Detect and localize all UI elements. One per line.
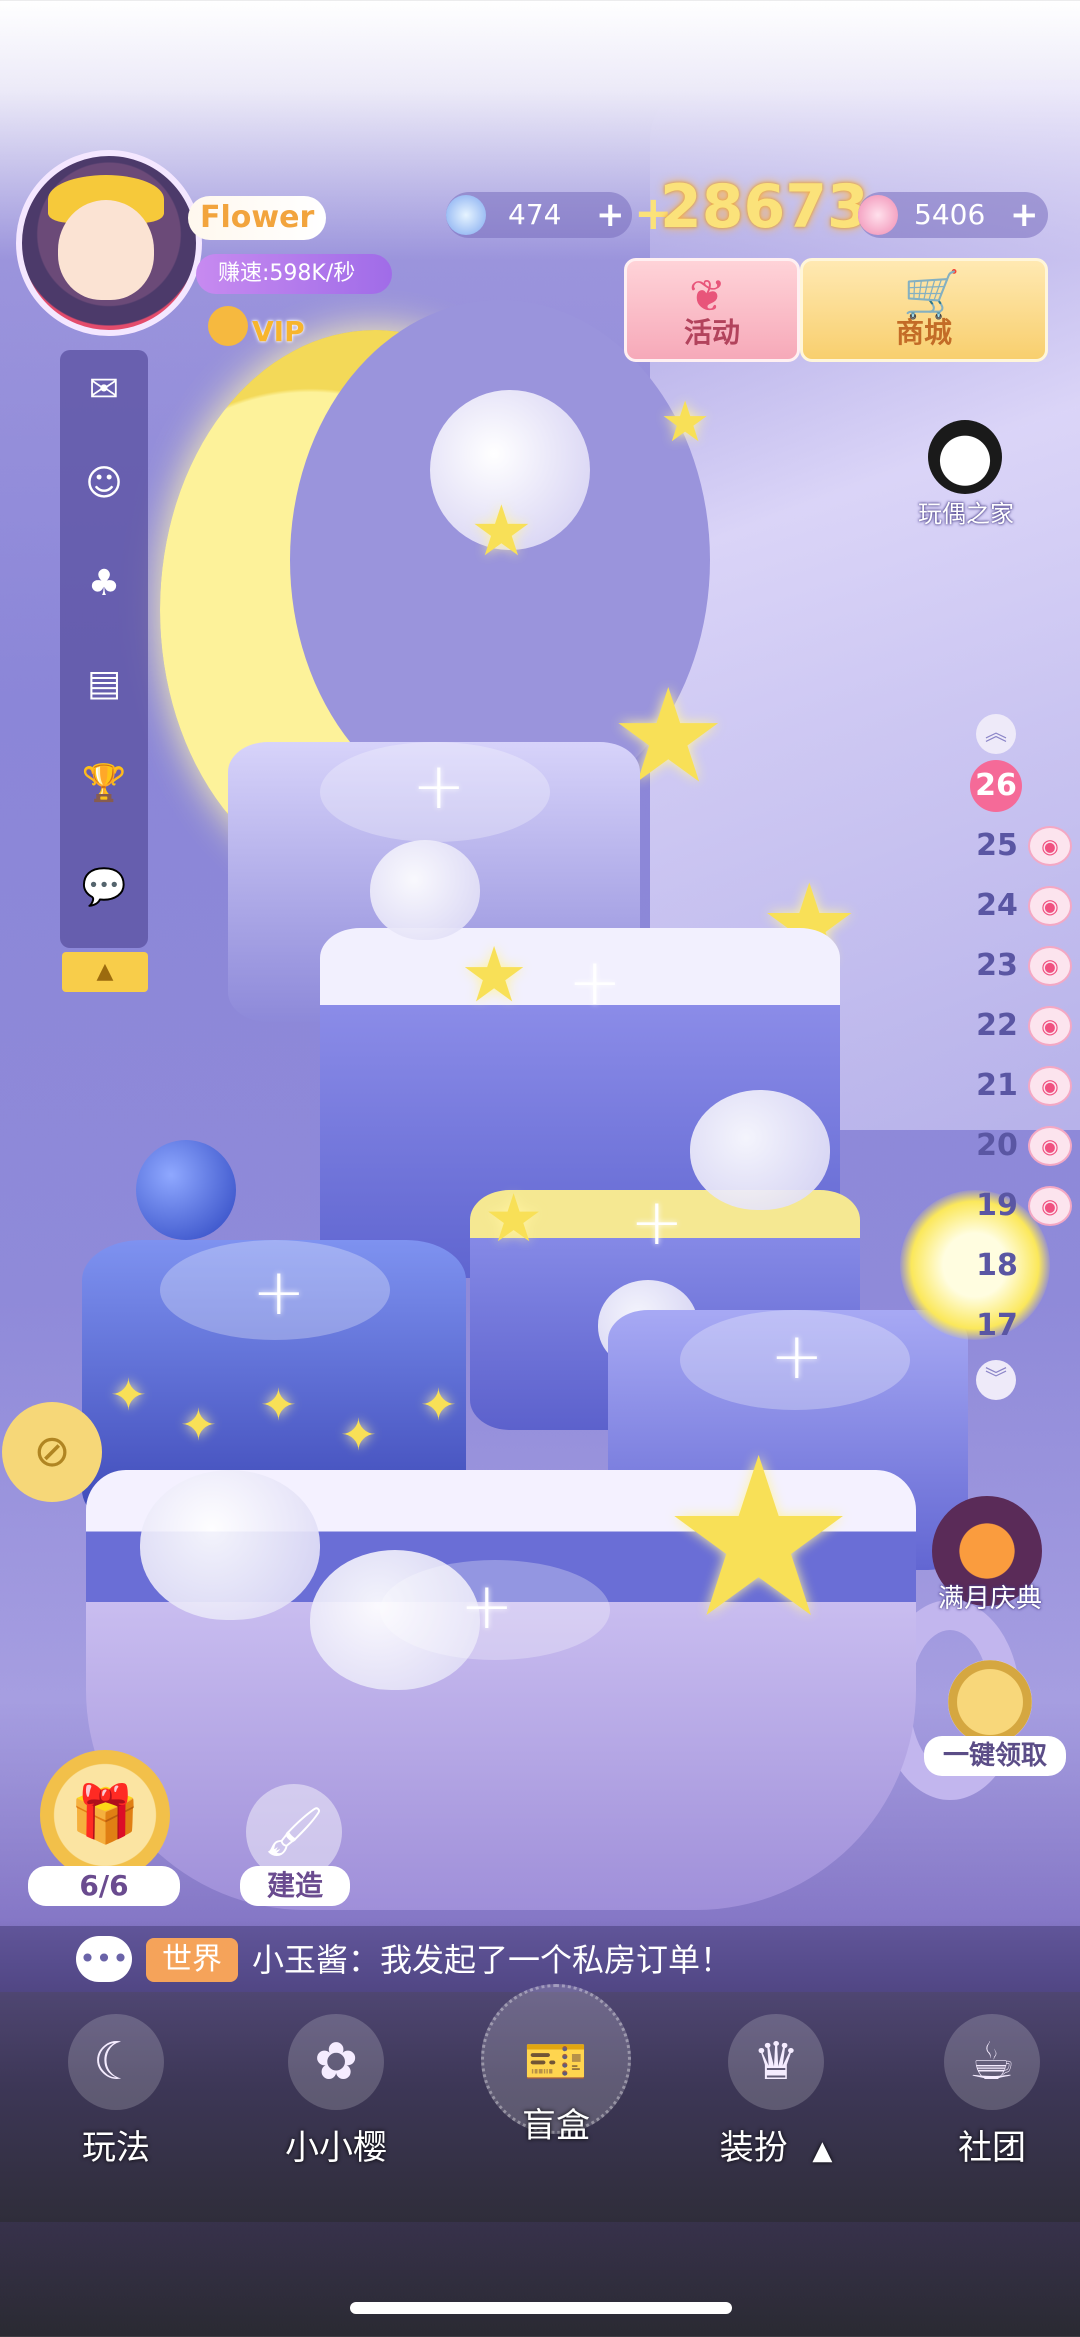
cat-mochi	[140, 1470, 320, 1620]
nav-dress-up[interactable]: ♛ 装扮 ▲	[686, 2014, 866, 2169]
star-count: 5406	[914, 198, 986, 231]
gold-count: 28673	[660, 172, 869, 242]
star-currency-icon	[858, 195, 898, 235]
cat-mochi	[370, 840, 480, 940]
trophy-icon[interactable]: 🏆	[78, 762, 130, 806]
nav-label: 社团	[958, 2128, 1026, 2168]
floor-pig-icon: ◉	[1028, 1066, 1072, 1106]
floor-pig-icon: ◉	[1028, 826, 1072, 866]
teacup-heart-icon: ☕	[944, 2014, 1040, 2110]
floor-pig-icon: ◉	[1028, 1126, 1072, 1166]
floor-number[interactable]: 21	[974, 1068, 1020, 1103]
chevron-up-icon[interactable]: ︽	[976, 714, 1016, 754]
floor-pig-icon: ◉	[1028, 1006, 1072, 1046]
floor-number[interactable]: 23	[974, 948, 1020, 983]
chat-message[interactable]: 小玉酱：我发起了一个私房订单！	[252, 1936, 732, 1984]
coin-icon[interactable]	[948, 1660, 1032, 1744]
floor-pig-icon: ◉	[1028, 946, 1072, 986]
gift-icon[interactable]: 🎁	[40, 1750, 170, 1880]
shop-label: 商城	[895, 316, 952, 349]
mail-icon[interactable]: ✉	[78, 368, 130, 412]
floor-pig-icon: ◉	[1028, 886, 1072, 926]
current-floor[interactable]: 26	[970, 760, 1022, 812]
player-name: Flower	[188, 196, 326, 240]
sakura-icon: ✿	[288, 2014, 384, 2110]
shop-button[interactable]: 🛒 商城	[800, 258, 1048, 362]
star-icon: ★	[660, 390, 711, 455]
floor-number[interactable]: 18	[974, 1248, 1020, 1283]
star-icon: ✦	[260, 1380, 297, 1431]
star-icon: ✦	[110, 1370, 147, 1421]
star-icon: ✦	[340, 1410, 377, 1461]
nav-label: 装扮 ▲	[686, 2120, 866, 2169]
chevron-down-icon[interactable]: ︾	[976, 1360, 1016, 1400]
star-icon: ✦	[180, 1400, 217, 1451]
panda-icon[interactable]	[928, 420, 1002, 494]
nav-blind-box[interactable]: 🎫 盲盒	[466, 1984, 646, 2147]
star-icon: ★	[484, 1180, 544, 1257]
add-slot-plus[interactable]: +	[568, 946, 622, 1020]
cat-mochi	[690, 1090, 830, 1210]
phone-moon-icon: ☾	[68, 2014, 164, 2110]
add-star-button[interactable]: +	[1010, 192, 1039, 238]
friends-icon[interactable]: ☺	[78, 462, 130, 506]
nav-gameplay[interactable]: ☾ 玩法	[26, 2014, 206, 2169]
nav-dress-up-text: 装扮	[719, 2128, 788, 2168]
add-gem-button[interactable]: +	[596, 192, 625, 238]
star-icon: ✦	[420, 1380, 457, 1431]
gem-icon	[446, 195, 486, 235]
star-counter: 5406 +	[858, 192, 1048, 238]
star-ball	[136, 1140, 236, 1240]
floor-number[interactable]: 19	[974, 1188, 1020, 1223]
event-label: 活动	[683, 316, 740, 349]
nav-club[interactable]: ☕ 社团	[902, 2014, 1080, 2169]
earn-rate: 赚速:598K/秒	[196, 254, 392, 294]
full-moon-label[interactable]: 满月庆典	[920, 1578, 1060, 1615]
chat-group-icon[interactable]: 💬	[78, 866, 130, 910]
floor-number[interactable]: 24	[974, 888, 1020, 923]
crown-icon	[208, 306, 248, 346]
star-icon: ★	[660, 1410, 858, 1666]
notice-icon[interactable]: ▤	[78, 662, 130, 706]
add-slot-plus[interactable]: +	[630, 1186, 684, 1260]
star-icon: ★	[460, 930, 529, 1019]
nav-label: 小小樱	[285, 2128, 387, 2168]
add-slot-plus[interactable]: +	[412, 750, 466, 824]
doll-home-label[interactable]: 玩偶之家	[906, 494, 1026, 529]
floor-number[interactable]: 22	[974, 1008, 1020, 1043]
collect-all-button[interactable]: 一键领取	[924, 1736, 1066, 1776]
avatar-face	[58, 200, 154, 300]
nav-label: 盲盒	[522, 2106, 590, 2146]
add-slot-plus[interactable]: +	[460, 1570, 514, 1644]
gem-counter: 474 +	[446, 192, 632, 238]
floor-number[interactable]: 17	[974, 1308, 1020, 1343]
floor-number[interactable]: 25	[974, 828, 1020, 863]
add-slot-plus[interactable]: +	[770, 1320, 824, 1394]
event-button[interactable]: ❦ 活动	[624, 258, 800, 362]
gift-count: 6/6	[28, 1866, 180, 1906]
chat-channel-tag: 世界	[146, 1938, 238, 1982]
nav-label: 玩法	[82, 2128, 150, 2168]
build-button[interactable]: 建造	[240, 1866, 350, 1906]
pet-icon[interactable]: ♣	[78, 562, 130, 606]
nav-sakura[interactable]: ✿ 小小樱	[246, 2014, 426, 2169]
hide-ui-eye-icon[interactable]: ⊘	[2, 1402, 102, 1502]
expand-arrow-icon[interactable]: ▲	[812, 2136, 832, 2166]
speech-bubble-icon[interactable]: •••	[76, 1936, 132, 1982]
brush-icon: ♛	[728, 2014, 824, 2110]
gem-count: 474	[508, 198, 562, 231]
add-slot-plus[interactable]: +	[252, 1256, 306, 1330]
floor-number[interactable]: 20	[974, 1128, 1020, 1163]
vip-badge[interactable]: VIP	[252, 312, 362, 352]
home-indicator[interactable]	[350, 2302, 732, 2314]
collapse-menu-button[interactable]: ▲	[62, 952, 148, 992]
star-icon: ★	[470, 490, 533, 572]
floor-pig-icon: ◉	[1028, 1186, 1072, 1226]
left-menu: ✉ ☺ ♣ ▤ 🏆 💬	[60, 350, 148, 948]
